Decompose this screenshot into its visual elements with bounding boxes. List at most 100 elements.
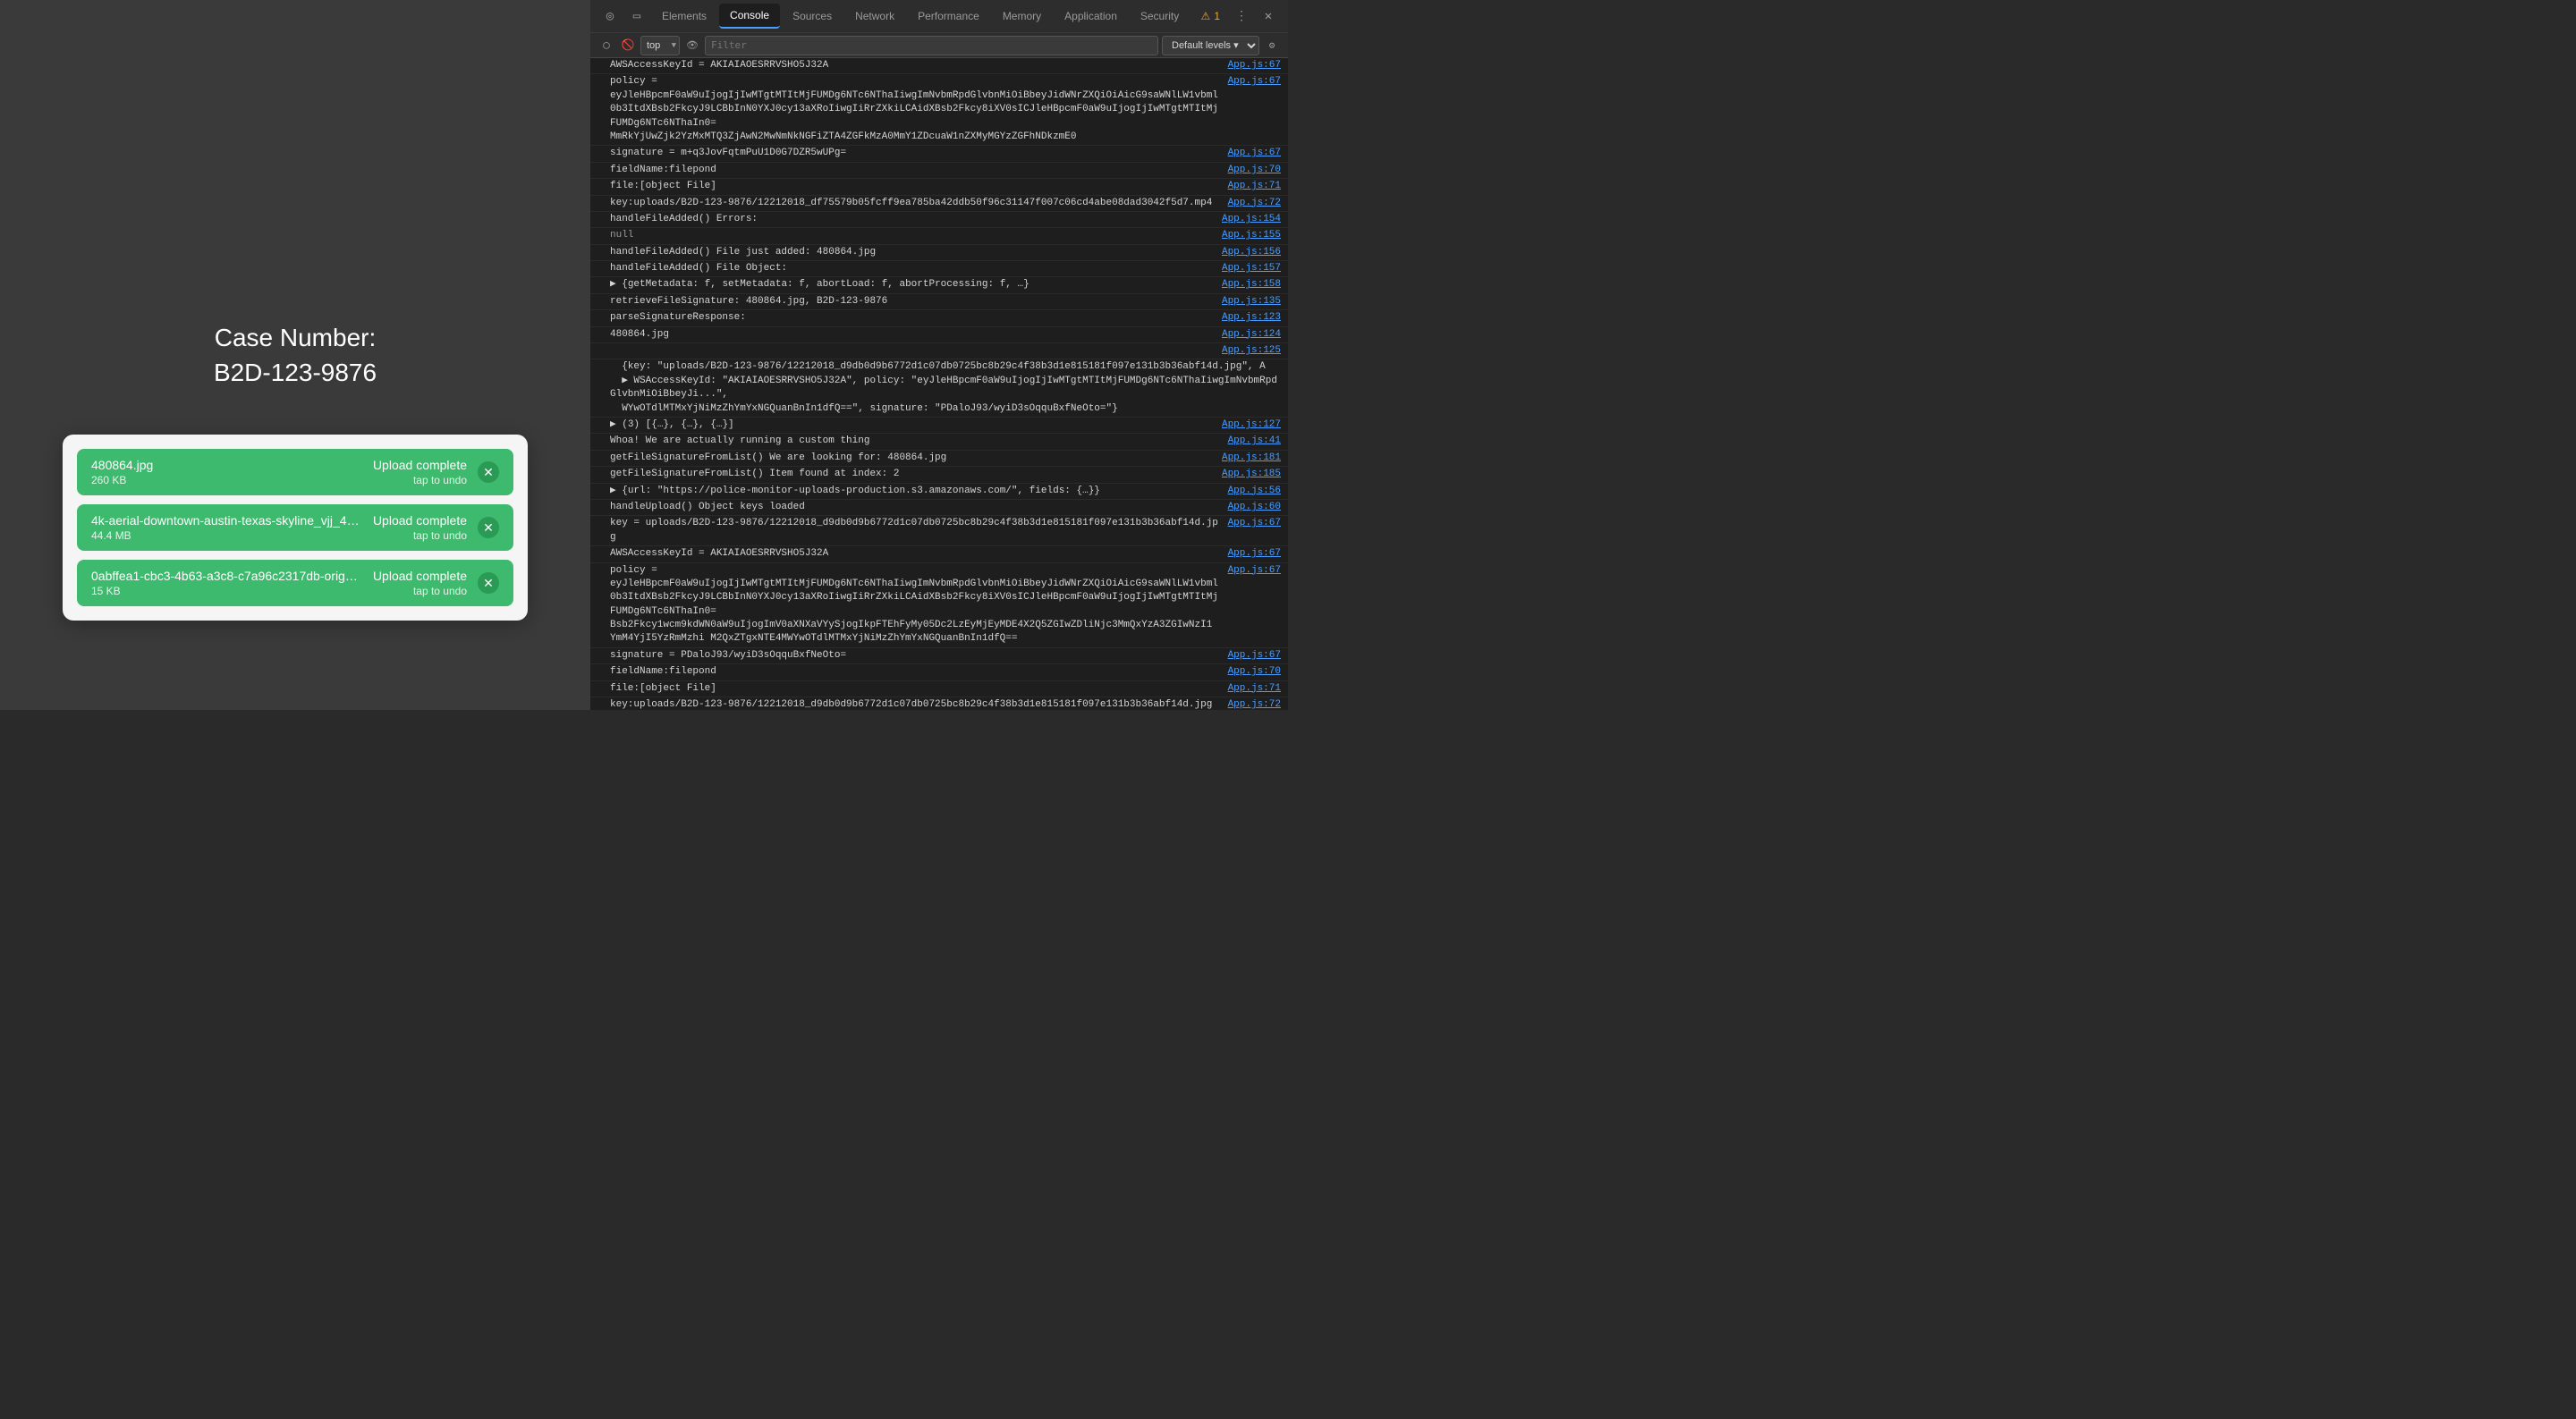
upload-item-left: 4k-aerial-downtown-austin-texas-skyline_…: [91, 513, 373, 542]
tab-console[interactable]: Console: [719, 4, 780, 29]
tab-network[interactable]: Network: [844, 4, 905, 29]
console-source[interactable]: App.js:70: [1228, 164, 1281, 177]
console-source[interactable]: App.js:71: [1228, 682, 1281, 696]
console-line: 480864.jpg App.js:124: [590, 327, 1288, 343]
console-source[interactable]: App.js:67: [1228, 59, 1281, 72]
upload-size: 15 KB: [91, 585, 373, 597]
no-entry-icon[interactable]: 🚫: [619, 37, 637, 55]
devtools-panel: ◎ ▭ ElementsConsoleSourcesNetworkPerform…: [590, 0, 1288, 710]
context-select[interactable]: top: [640, 36, 680, 55]
console-text: 480864.jpg: [610, 328, 1215, 342]
warning-badge[interactable]: ⚠ 1: [1194, 10, 1227, 22]
upload-size: 260 KB: [91, 474, 373, 486]
console-text: policy = eyJleHBpcmF0aW9uIjogIjIwMTgtMTI…: [610, 75, 1221, 144]
tab-sources[interactable]: Sources: [782, 4, 843, 29]
tab-performance[interactable]: Performance: [907, 4, 990, 29]
console-source[interactable]: App.js:60: [1228, 501, 1281, 514]
console-line: policy = eyJleHBpcmF0aW9uIjogIjIwMTgtMTI…: [590, 74, 1288, 146]
gear-icon[interactable]: ⚙: [1263, 37, 1281, 55]
console-line: {key: "uploads/B2D-123-9876/12212018_d9d…: [590, 359, 1288, 418]
console-text: handleFileAdded() File just added: 48086…: [610, 246, 1215, 259]
console-text: ▶ (3) [{…}, {…}, {…}]: [610, 418, 1215, 432]
console-line: handleFileAdded() Errors:App.js:154: [590, 212, 1288, 228]
warning-count: 1: [1214, 10, 1220, 22]
upload-item: 480864.jpg 260 KB Upload complete tap to…: [77, 449, 513, 495]
upload-status-area: Upload complete tap to undo: [373, 513, 467, 542]
console-source[interactable]: App.js:72: [1228, 197, 1281, 210]
console-source[interactable]: App.js:155: [1222, 229, 1281, 242]
console-line: key = uploads/B2D-123-9876/12212018_d9db…: [590, 516, 1288, 546]
console-source[interactable]: App.js:158: [1222, 278, 1281, 291]
console-line: fieldName:filepondApp.js:70: [590, 163, 1288, 179]
console-source[interactable]: App.js:154: [1222, 213, 1281, 226]
console-source[interactable]: App.js:72: [1228, 698, 1281, 710]
console-text: {key: "uploads/B2D-123-9876/12212018_d9d…: [610, 360, 1281, 416]
upload-filename: 0abffea1-cbc3-4b63-a3c8-c7a96c2317db-ori…: [91, 569, 360, 583]
inspect-icon[interactable]: ◎: [597, 4, 623, 29]
console-source[interactable]: App.js:70: [1228, 665, 1281, 679]
console-source[interactable]: App.js:67: [1228, 564, 1281, 578]
eye-icon[interactable]: 👁: [683, 37, 701, 55]
console-text: parseSignatureResponse:: [610, 311, 1215, 325]
console-line: getFileSignatureFromList() We are lookin…: [590, 451, 1288, 467]
console-text: key = uploads/B2D-123-9876/12212018_d9db…: [610, 517, 1221, 545]
upload-status-area: Upload complete tap to undo: [373, 458, 467, 486]
tab-application[interactable]: Application: [1054, 4, 1128, 29]
upload-close-button[interactable]: ✕: [478, 572, 499, 594]
console-line: nullApp.js:155: [590, 228, 1288, 244]
console-text: AWSAccessKeyId = AKIAIAOESRRVSHO5J32A: [610, 547, 1221, 561]
console-source[interactable]: App.js:157: [1222, 262, 1281, 275]
console-output[interactable]: AWSAccessKeyId = AKIAIAOESRRVSHO5J32A App…: [590, 58, 1288, 710]
console-line: handleUpload() Object keys loadedApp.js:…: [590, 500, 1288, 516]
console-source[interactable]: App.js:124: [1222, 328, 1281, 342]
upload-card: 480864.jpg 260 KB Upload complete tap to…: [63, 435, 528, 621]
console-text: retrieveFileSignature: 480864.jpg, B2D-1…: [610, 295, 1215, 308]
console-text: AWSAccessKeyId = AKIAIAOESRRVSHO5J32A: [610, 59, 1221, 72]
console-text: ▶ {url: "https://police-monitor-uploads-…: [610, 485, 1221, 498]
tab-elements[interactable]: Elements: [651, 4, 717, 29]
console-source[interactable]: App.js:135: [1222, 295, 1281, 308]
console-text: key:uploads/B2D-123-9876/12212018_d9db0d…: [610, 698, 1221, 710]
console-line: handleFileAdded() File just added: 48086…: [590, 245, 1288, 261]
close-icon[interactable]: ✕: [1256, 4, 1281, 29]
case-number: Case Number:B2D-123-9876: [214, 320, 377, 390]
upload-undo: tap to undo: [413, 585, 467, 597]
console-line: retrieveFileSignature: 480864.jpg, B2D-1…: [590, 294, 1288, 310]
tab-security[interactable]: Security: [1130, 4, 1190, 29]
console-source[interactable]: App.js:67: [1228, 547, 1281, 561]
console-line: App.js:125: [590, 343, 1288, 359]
console-source[interactable]: App.js:67: [1228, 517, 1281, 530]
upload-status: Upload complete: [373, 513, 467, 528]
console-line: policy = eyJleHBpcmF0aW9uIjogIjIwMTgtMTI…: [590, 563, 1288, 648]
console-line: file:[object File] App.js:71: [590, 681, 1288, 697]
console-source[interactable]: App.js:67: [1228, 649, 1281, 663]
console-source[interactable]: App.js:181: [1222, 452, 1281, 465]
console-source[interactable]: App.js:156: [1222, 246, 1281, 259]
upload-item: 0abffea1-cbc3-4b63-a3c8-c7a96c2317db-ori…: [77, 560, 513, 606]
console-source[interactable]: App.js:71: [1228, 180, 1281, 193]
console-source[interactable]: App.js:125: [1222, 344, 1281, 358]
console-line: fieldName:filepondApp.js:70: [590, 664, 1288, 680]
console-source[interactable]: App.js:67: [1228, 147, 1281, 160]
device-icon[interactable]: ▭: [624, 4, 649, 29]
console-source[interactable]: App.js:127: [1222, 418, 1281, 432]
clear-icon[interactable]: ◯: [597, 37, 615, 55]
console-source[interactable]: App.js:123: [1222, 311, 1281, 325]
console-text: handleFileAdded() File Object:: [610, 262, 1215, 275]
upload-status-area: Upload complete tap to undo: [373, 569, 467, 597]
upload-close-button[interactable]: ✕: [478, 461, 499, 483]
console-source[interactable]: App.js:185: [1222, 468, 1281, 481]
upload-close-button[interactable]: ✕: [478, 517, 499, 538]
devtools-tabs: ◎ ▭ ElementsConsoleSourcesNetworkPerform…: [590, 0, 1288, 32]
warning-icon: ⚠: [1201, 10, 1211, 22]
tab-memory[interactable]: Memory: [992, 4, 1052, 29]
console-text: policy = eyJleHBpcmF0aW9uIjogIjIwMTgtMTI…: [610, 564, 1221, 646]
console-text: file:[object File]: [610, 682, 1221, 696]
console-line: key:uploads/B2D-123-9876/12212018_d9db0d…: [590, 697, 1288, 710]
filter-input[interactable]: [705, 36, 1158, 55]
console-source[interactable]: App.js:56: [1228, 485, 1281, 498]
more-icon[interactable]: ⋮: [1229, 4, 1254, 29]
console-source[interactable]: App.js:67: [1228, 75, 1281, 89]
levels-select[interactable]: Default levels ▾: [1162, 36, 1259, 55]
console-source[interactable]: App.js:41: [1228, 435, 1281, 448]
